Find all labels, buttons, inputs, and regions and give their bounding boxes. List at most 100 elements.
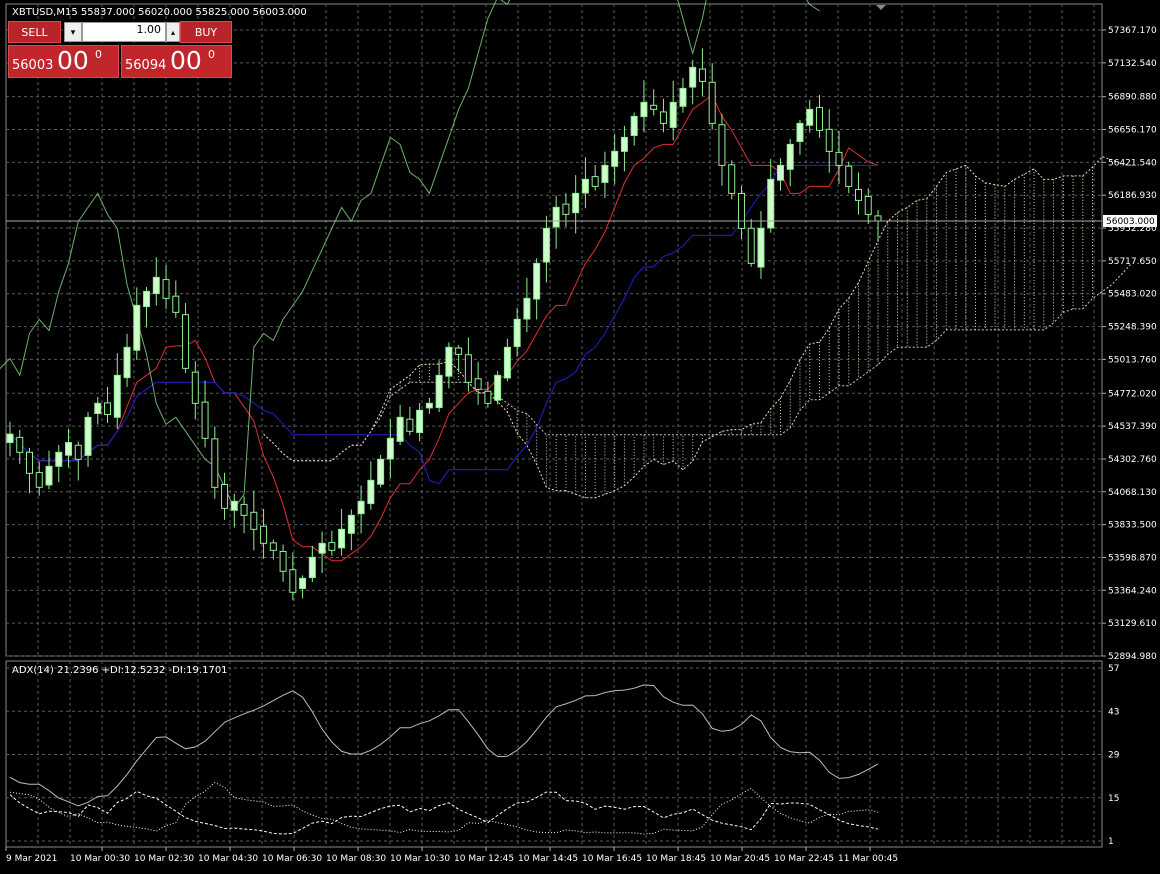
buy-price-box[interactable]: 56094 00 0 (121, 45, 232, 78)
current-price-text: 56003.000 (1106, 217, 1155, 227)
sell-price-big: 00 (57, 46, 89, 75)
candle-body (123, 346, 131, 379)
candle-body (533, 262, 541, 300)
candle-body (679, 87, 687, 107)
buy-button[interactable]: BUY (180, 21, 232, 43)
candle-body (201, 401, 209, 439)
time-tick-label: 10 Mar 18:45 (646, 854, 706, 864)
candle-body (162, 279, 170, 299)
candle-body (269, 542, 277, 551)
candle-body (328, 542, 336, 551)
candle-body (240, 503, 248, 516)
time-tick-label: 10 Mar 00:30 (70, 854, 130, 864)
candle-body (845, 165, 853, 187)
one-click-trading-panel: SELL ▾ 1.00 ▴ BUY 56003 00 0 56094 00 0 (8, 21, 232, 78)
price-tick-label: 57367.170 (1108, 26, 1157, 36)
candle-body (113, 374, 121, 418)
adx-tick-label: 43 (1108, 707, 1119, 717)
candle-body (825, 128, 833, 152)
time-tick-label: 10 Mar 04:30 (198, 854, 258, 864)
candle-body (494, 374, 502, 401)
candle-body (464, 354, 472, 383)
candle-body (26, 451, 34, 474)
candle-body (347, 514, 355, 534)
candle-body (581, 178, 589, 194)
price-tick-label: 56421.540 (1108, 158, 1157, 168)
candle-body (6, 433, 14, 444)
candle-body (396, 416, 404, 442)
candle-body (650, 104, 658, 110)
time-tick-label: 10 Mar 02:30 (134, 854, 194, 864)
candle-body (513, 318, 521, 348)
candle-body (484, 390, 492, 404)
candle-body (260, 525, 268, 544)
adx-tick-label: 15 (1108, 794, 1119, 804)
lot-increase-icon[interactable]: ▴ (166, 22, 180, 42)
candle-body (757, 227, 765, 268)
candle-body (357, 500, 365, 515)
adx-tick-label: 29 (1108, 751, 1120, 761)
time-tick-label: 10 Mar 22:45 (774, 854, 834, 864)
price-tick-label: 54537.390 (1108, 422, 1157, 432)
candle-body (16, 436, 24, 453)
candle-body (640, 101, 648, 118)
buy-price-big: 00 (170, 46, 202, 75)
time-tick-label: 9 Mar 2021 (6, 854, 57, 864)
time-tick-label: 10 Mar 14:45 (518, 854, 578, 864)
time-tick-label: 10 Mar 10:30 (390, 854, 450, 864)
candle-body (416, 409, 424, 434)
sell-button[interactable]: SELL (8, 21, 61, 43)
candle-body (572, 192, 580, 214)
lot-size-input[interactable]: 1.00 (82, 22, 166, 42)
candle-body (338, 528, 346, 549)
candle-body (55, 451, 63, 467)
candle-body (182, 314, 190, 369)
candle-body (562, 203, 570, 215)
price-chart[interactable]: 57367.170 57132.540 56890.880 56656.170 5642… (0, 0, 1160, 870)
price-tick-label: 55248.390 (1108, 323, 1157, 333)
candle-body (835, 151, 843, 166)
time-tick-label: 11 Mar 00:45 (838, 854, 898, 864)
price-tick-label: 56890.880 (1108, 93, 1157, 103)
candle-body (864, 195, 872, 215)
candle-body (611, 150, 619, 167)
candle-body (211, 438, 219, 488)
candle-body (133, 304, 141, 351)
candle-body (35, 472, 43, 488)
candle-body (552, 206, 560, 228)
sell-price-box[interactable]: 56003 00 0 (8, 45, 119, 78)
price-tick-label: 54068.130 (1108, 488, 1157, 498)
buy-price-sup: 0 (208, 48, 215, 61)
time-tick-label: 10 Mar 12:45 (454, 854, 514, 864)
price-tick-label: 53364.240 (1108, 586, 1157, 596)
candle-body (796, 122, 804, 142)
candle-body (65, 442, 73, 456)
candle-body (425, 402, 433, 409)
candle-body (191, 371, 199, 404)
adx-tick-label: 1 (1108, 837, 1114, 847)
candle-body (747, 227, 755, 264)
candle-body (367, 479, 375, 505)
price-tick-label: 55483.020 (1108, 290, 1157, 300)
candle-body (728, 164, 736, 194)
candle-body (659, 111, 667, 124)
time-tick-label: 10 Mar 16:45 (582, 854, 642, 864)
candle-body (386, 437, 394, 460)
candle-body (620, 136, 628, 152)
candle-body (669, 101, 677, 128)
price-tick-label: 54302.760 (1108, 455, 1157, 465)
candle-body (806, 108, 814, 126)
price-tick-label: 56656.170 (1108, 126, 1157, 136)
candle-body (698, 68, 706, 82)
candle-body (104, 402, 112, 416)
candle-body (786, 143, 794, 170)
price-tick-label: 52894.980 (1108, 652, 1157, 662)
candle-body (299, 577, 307, 589)
price-tick-label: 54772.020 (1108, 389, 1157, 399)
lot-dropdown-icon[interactable]: ▾ (64, 22, 82, 42)
candle-body (689, 66, 697, 88)
sell-price-sup: 0 (95, 48, 102, 61)
candle-body (230, 500, 238, 511)
candle-body (308, 556, 316, 579)
candle-body (474, 378, 482, 390)
